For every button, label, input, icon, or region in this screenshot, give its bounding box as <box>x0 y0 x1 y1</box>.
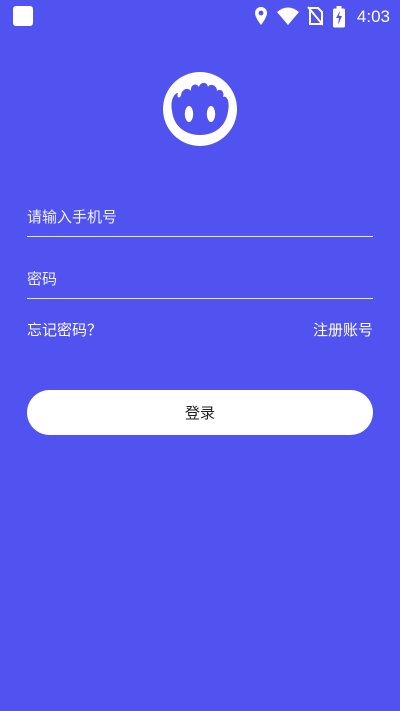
mascot-logo-icon <box>163 72 237 146</box>
password-input[interactable] <box>27 270 373 288</box>
register-link[interactable]: 注册账号 <box>313 320 373 340</box>
no-sim-icon <box>307 6 323 26</box>
app-square-icon <box>13 6 33 26</box>
location-pin-icon <box>255 7 267 25</box>
password-field[interactable] <box>27 258 373 299</box>
login-button[interactable]: 登录 <box>27 390 373 435</box>
phone-field[interactable] <box>27 196 373 237</box>
status-time: 4:03 <box>356 7 390 26</box>
wifi-icon <box>277 7 299 25</box>
battery-charging-icon <box>333 6 345 28</box>
forgot-password-link[interactable]: 忘记密码？ <box>27 320 102 340</box>
status-bar: 4:03 <box>0 0 400 34</box>
phone-input[interactable] <box>27 208 373 226</box>
